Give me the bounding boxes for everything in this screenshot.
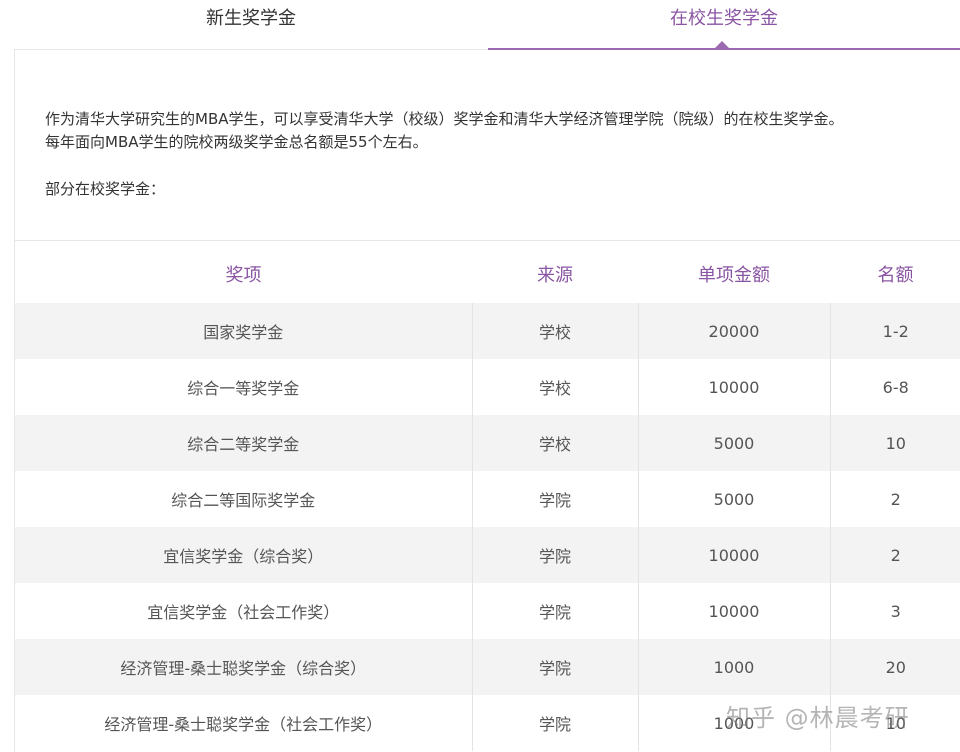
header-source: 来源: [472, 245, 638, 303]
cell-quota: 6-8: [829, 359, 960, 415]
cell-amount: 20000: [637, 303, 830, 359]
table-row: 综合二等国际奖学金 学院 5000 2: [15, 471, 960, 527]
active-tab-caret-icon: [714, 41, 730, 49]
table-header-row: 奖项 来源 单项金额 名额: [15, 245, 960, 303]
zhihu-watermark: 知乎 @林晨考研: [726, 704, 910, 732]
cell-quota: 10: [829, 415, 960, 471]
cell-amount: 10000: [637, 527, 830, 583]
table-row: 综合一等奖学金 学校 10000 6-8: [15, 359, 960, 415]
table-row: 经济管理-桑士聪奖学金（综合奖） 学院 1000 20: [15, 639, 960, 695]
cell-amount: 5000: [637, 471, 830, 527]
table-row: 宜信奖学金（社会工作奖） 学院 10000 3: [15, 583, 960, 639]
cell-source: 学院: [471, 583, 638, 639]
intro-text: 作为清华大学研究生的MBA学生，可以享受清华大学（校级）奖学金和清华大学经济管理…: [45, 108, 945, 154]
cell-source: 学院: [471, 639, 638, 695]
table-row: 国家奖学金 学校 20000 1-2: [15, 303, 960, 359]
cell-source: 学院: [471, 695, 638, 751]
tab-freshman-scholarship[interactable]: 新生奖学金: [14, 0, 488, 50]
cell-source: 学院: [471, 471, 638, 527]
cell-quota: 1-2: [829, 303, 960, 359]
header-award: 奖项: [15, 245, 472, 303]
cell-quota: 20: [829, 639, 960, 695]
scholarship-table: 奖项 来源 单项金额 名额 国家奖学金 学校 20000 1-2 综合一等奖学金…: [15, 245, 960, 751]
tab-bar: 新生奖学金 在校生奖学金: [0, 0, 960, 50]
cell-award: 宜信奖学金（社会工作奖）: [15, 583, 472, 639]
cell-award: 宜信奖学金（综合奖）: [15, 527, 472, 583]
divider: [15, 240, 960, 241]
scholarship-panel: 作为清华大学研究生的MBA学生，可以享受清华大学（校级）奖学金和清华大学经济管理…: [14, 50, 960, 752]
cell-award: 经济管理-桑士聪奖学金（社会工作奖）: [15, 695, 472, 751]
cell-quota: 3: [829, 583, 960, 639]
intro-line-1: 作为清华大学研究生的MBA学生，可以享受清华大学（校级）奖学金和清华大学经济管理…: [45, 110, 844, 128]
cell-amount: 10000: [637, 583, 830, 639]
table-row: 宜信奖学金（综合奖） 学院 10000 2: [15, 527, 960, 583]
cell-award: 经济管理-桑士聪奖学金（综合奖）: [15, 639, 472, 695]
cell-quota: 2: [829, 471, 960, 527]
cell-source: 学院: [471, 527, 638, 583]
cell-source: 学校: [471, 303, 638, 359]
table-row: 综合二等奖学金 学校 5000 10: [15, 415, 960, 471]
cell-quota: 2: [829, 527, 960, 583]
cell-award: 综合二等国际奖学金: [15, 471, 472, 527]
cell-award: 综合一等奖学金: [15, 359, 472, 415]
header-amount: 单项金额: [638, 245, 830, 303]
header-quota: 名额: [830, 245, 960, 303]
cell-amount: 10000: [637, 359, 830, 415]
intro-line-2: 每年面向MBA学生的院校两级奖学金总名额是55个左右。: [45, 133, 428, 151]
section-subheading: 部分在校奖学金：: [45, 180, 166, 198]
cell-award: 综合二等奖学金: [15, 415, 472, 471]
cell-source: 学校: [471, 359, 638, 415]
cell-source: 学校: [471, 415, 638, 471]
cell-amount: 5000: [637, 415, 830, 471]
cell-award: 国家奖学金: [15, 303, 472, 359]
cell-amount: 1000: [637, 639, 830, 695]
